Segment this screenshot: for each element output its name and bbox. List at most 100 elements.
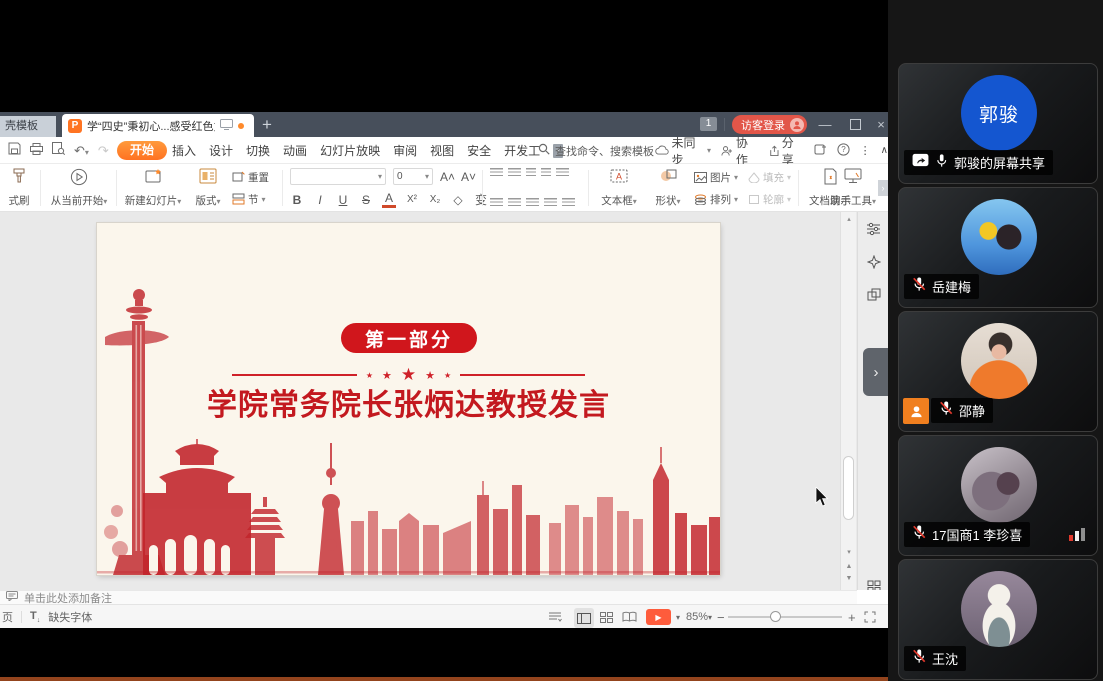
participant-tile[interactable]: 王沈 xyxy=(898,559,1098,680)
numbered-list-icon[interactable] xyxy=(508,168,521,178)
tab-developer[interactable]: 开发工 xyxy=(504,142,540,159)
justify-icon[interactable] xyxy=(544,198,557,208)
font-color-button[interactable]: A xyxy=(382,191,396,208)
tab-background-document[interactable]: 壳模板 xyxy=(0,116,56,137)
section-badge[interactable]: 第一部分 xyxy=(341,323,477,353)
zoom-slider-knob[interactable] xyxy=(770,611,781,622)
align-left-icon[interactable] xyxy=(490,198,503,208)
object-properties-icon[interactable] xyxy=(858,222,888,241)
next-slide-button[interactable]: ▼ xyxy=(841,574,857,583)
ribbon-overflow-chevron-icon[interactable]: › xyxy=(878,180,888,196)
strikethrough-button[interactable]: S xyxy=(359,193,373,207)
italic-button[interactable]: I xyxy=(313,193,327,207)
view-reading-button[interactable] xyxy=(622,605,637,629)
layout-button[interactable]: 版式▾ xyxy=(190,168,226,208)
bullet-list-icon[interactable] xyxy=(490,168,503,178)
play-options-caret-icon[interactable]: ▾ xyxy=(676,605,680,629)
previous-slide-button[interactable]: ▲ xyxy=(841,562,857,571)
superscript-button[interactable]: X² xyxy=(405,194,419,205)
undo-icon[interactable]: ↶▾ xyxy=(74,143,89,159)
collapse-ribbon-icon[interactable]: ∧ xyxy=(881,145,888,156)
arrange-button[interactable]: 排列▾ xyxy=(694,190,738,208)
missing-font-icon[interactable]: T↓ xyxy=(30,610,40,624)
share-button[interactable]: 分享 xyxy=(768,134,804,168)
change-case-button[interactable]: ◇ xyxy=(451,193,465,207)
fit-slide-button[interactable] xyxy=(864,605,876,629)
section-button[interactable]: 节▾ xyxy=(232,190,266,208)
font-size-combo[interactable]: 0▾ xyxy=(393,168,433,185)
scrollbar-thumb[interactable] xyxy=(843,456,854,520)
decrease-indent-icon[interactable] xyxy=(526,168,536,178)
tab-security[interactable]: 安全 xyxy=(467,142,491,159)
tab-design[interactable]: 设计 xyxy=(209,142,233,159)
zoom-in-button[interactable]: + xyxy=(848,605,856,629)
more-menu-icon[interactable]: ⋮ xyxy=(860,144,871,157)
view-normal-button[interactable] xyxy=(574,608,594,628)
participant-tile[interactable]: 岳建梅 xyxy=(898,187,1098,308)
bold-button[interactable]: B xyxy=(290,193,304,207)
command-search[interactable]: 查找命令、搜索模板 xyxy=(538,137,654,164)
vertical-scrollbar[interactable]: ▴ ▾ ▲ ▼ xyxy=(840,212,856,590)
print-icon[interactable] xyxy=(30,142,43,160)
view-sorter-button[interactable] xyxy=(600,605,613,629)
slide-title[interactable]: 学院常务院长张炳达教授发言 xyxy=(97,380,720,424)
pin-window-icon[interactable] xyxy=(814,143,827,158)
slideshow-play-button[interactable]: ▶ xyxy=(646,609,671,625)
tab-home[interactable]: 开始 xyxy=(117,141,167,160)
expand-panel-tab[interactable]: › xyxy=(863,348,888,396)
participant-tile[interactable]: 郭骏 郭骏的屏幕共享 xyxy=(898,63,1098,184)
effects-icon[interactable] xyxy=(858,255,888,274)
align-right-icon[interactable] xyxy=(526,198,539,208)
subscript-button[interactable]: X₂ xyxy=(428,194,442,205)
help-icon[interactable]: ? xyxy=(837,143,850,159)
slide-canvas[interactable]: 第一部分 ★ ★ ★ ★ ★ 学院常务院长张炳达教授发言 xyxy=(97,223,720,575)
save-icon[interactable] xyxy=(8,142,21,160)
zoom-level[interactable]: 85% xyxy=(686,605,708,629)
tab-transition[interactable]: 切换 xyxy=(246,142,270,159)
format-painter-button[interactable]: 式刷 xyxy=(2,168,36,208)
increase-indent-icon[interactable] xyxy=(541,168,551,178)
minimize-button[interactable]: — xyxy=(812,112,838,137)
align-center-icon[interactable] xyxy=(508,198,521,208)
tab-slideshow[interactable]: 幻灯片放映 xyxy=(320,142,380,159)
thumbnail-grid-icon[interactable] xyxy=(858,580,888,590)
new-slide-button[interactable]: 新建幻灯片▾ xyxy=(122,168,184,208)
increase-font-icon[interactable]: A˄ xyxy=(440,170,454,184)
selection-pane-icon[interactable] xyxy=(858,288,888,306)
tab-insert[interactable]: 插入 xyxy=(172,142,196,159)
distribute-icon[interactable] xyxy=(562,198,575,208)
reset-button[interactable]: 重置 xyxy=(232,168,269,186)
missing-font-label[interactable]: 缺失字体 xyxy=(48,609,92,625)
outline-button[interactable]: 轮廓▾ xyxy=(748,190,791,208)
scroll-down-icon[interactable]: ▾ xyxy=(841,548,857,557)
participant-tile[interactable]: 邵静 xyxy=(898,311,1098,432)
text-effect-button[interactable]: 变 xyxy=(474,191,488,208)
collaborate-button[interactable]: 协作 xyxy=(721,134,758,168)
tab-review[interactable]: 审阅 xyxy=(393,142,417,159)
print-preview-icon[interactable] xyxy=(52,142,65,160)
new-tab-button[interactable]: + xyxy=(262,113,272,136)
underline-button[interactable]: U xyxy=(336,193,350,207)
tab-animation[interactable]: 动画 xyxy=(283,142,307,159)
restore-button[interactable] xyxy=(842,112,868,137)
tab-view[interactable]: 视图 xyxy=(430,142,454,159)
zoom-out-button[interactable]: − xyxy=(717,605,725,629)
picture-button[interactable]: 图片▾ xyxy=(694,168,738,186)
textbox-button[interactable]: A 文本框▾ xyxy=(596,168,642,208)
notes-bar[interactable]: 单击此处添加备注 xyxy=(0,590,857,604)
zoom-caret-icon[interactable]: ▾ xyxy=(708,605,712,629)
decrease-font-icon[interactable]: A˅ xyxy=(461,170,475,184)
font-family-combo[interactable]: ▾ xyxy=(290,168,386,185)
scroll-up-icon[interactable]: ▴ xyxy=(841,215,857,224)
participant-tile[interactable]: 17国商1 李珍喜 xyxy=(898,435,1098,556)
play-from-current-button[interactable]: 从当前开始▾ xyxy=(46,168,112,208)
redo-icon[interactable]: ↷ xyxy=(98,143,109,159)
shapes-button[interactable]: 形状▾ xyxy=(648,168,688,208)
notes-toggle-icon[interactable] xyxy=(548,605,562,629)
guest-login-button[interactable]: 访客登录 xyxy=(732,115,807,134)
zoom-slider-track[interactable] xyxy=(728,616,842,618)
sync-status-button[interactable]: 未同步▾ xyxy=(655,134,711,168)
present-tools-button[interactable]: 演示工具▾ xyxy=(826,168,880,208)
line-spacing-icon[interactable] xyxy=(556,168,569,178)
fill-button[interactable]: 填充▾ xyxy=(748,168,791,186)
